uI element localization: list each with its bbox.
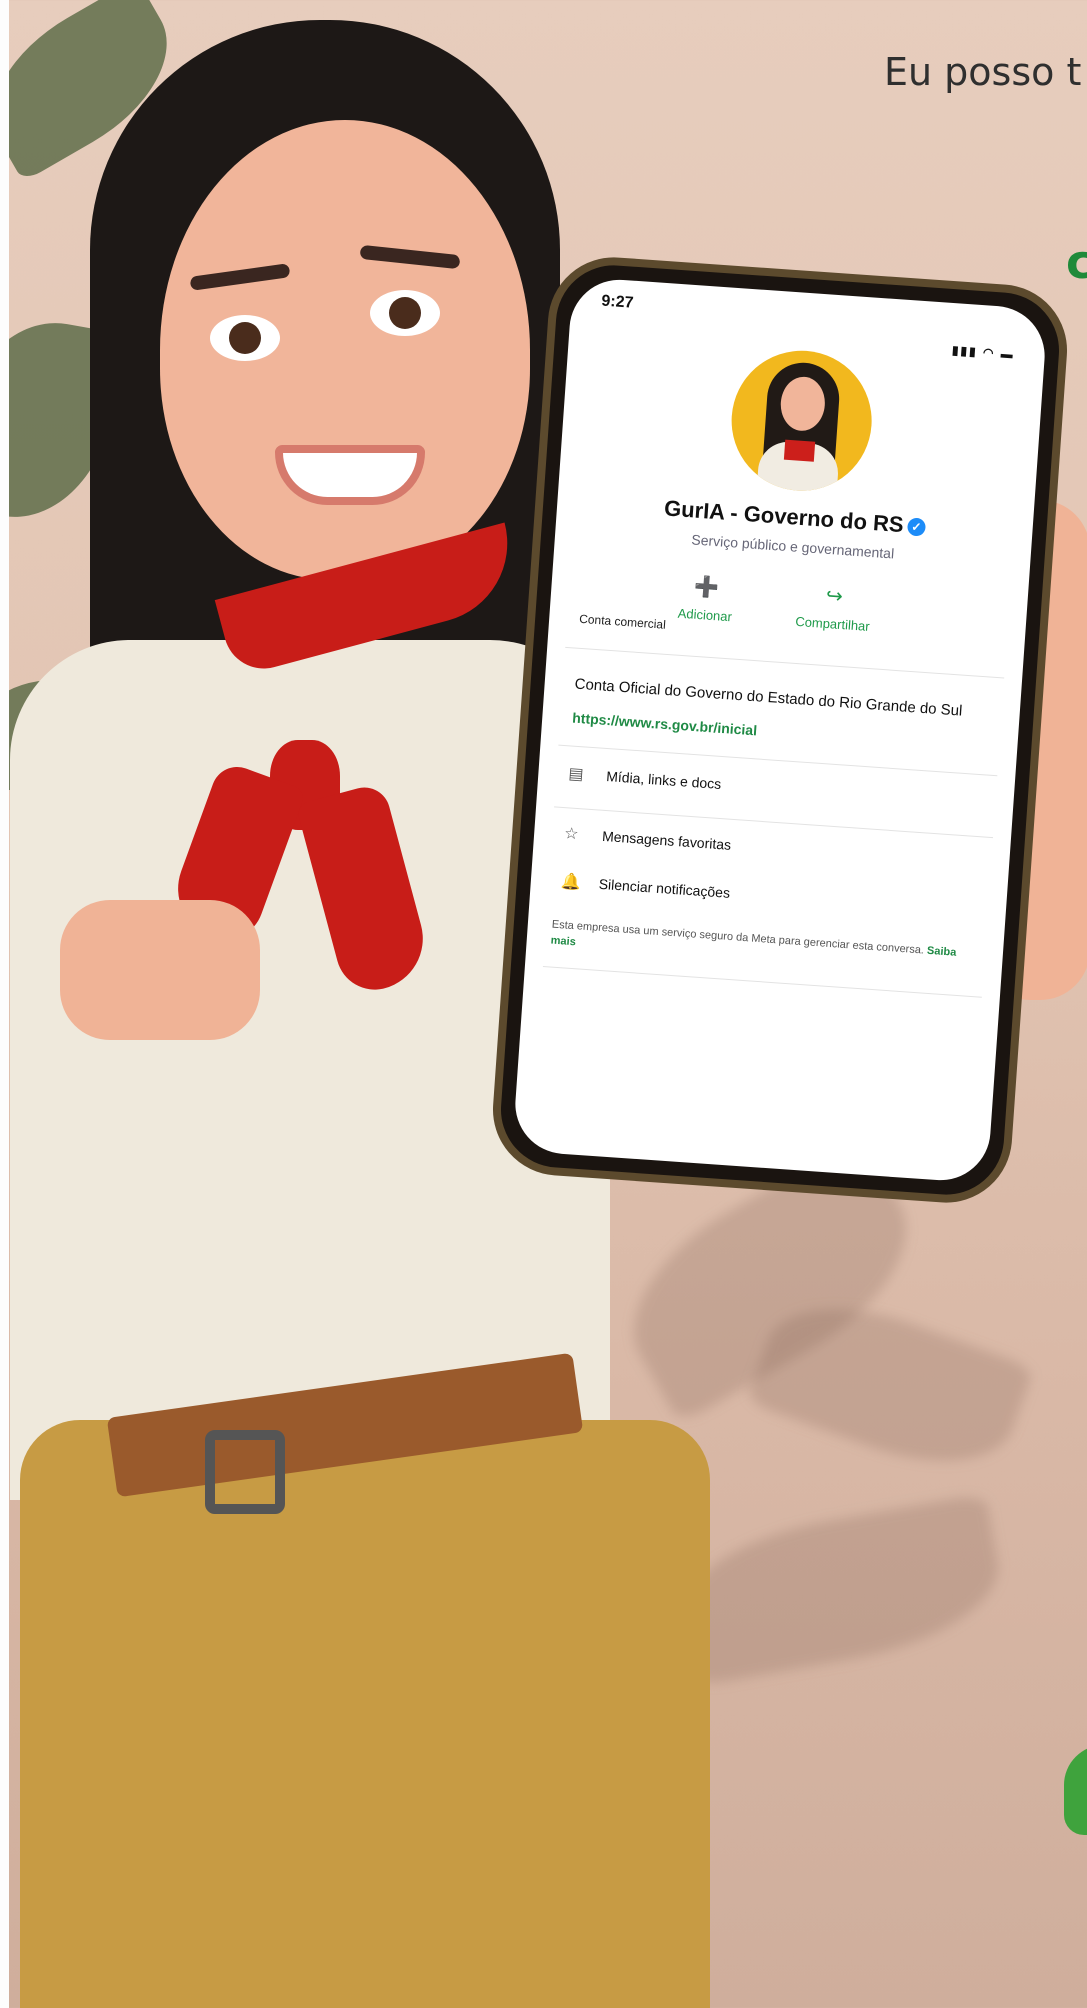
add-contact-label: Adicionar [677, 605, 733, 625]
share-button[interactable]: ↪ Compartilhar [777, 580, 890, 636]
media-links-docs-row[interactable]: ▤ Mídia, links e docs [567, 763, 994, 823]
share-label: Compartilhar [794, 613, 871, 634]
profile-avatar[interactable] [726, 346, 877, 496]
verified-badge-icon: ✓ [906, 517, 927, 537]
bell-icon: 🔔 [560, 873, 582, 892]
star-icon: ☆ [563, 825, 580, 844]
profile-name: GurIA - Governo do RS [663, 495, 905, 538]
phone-screen: 9:27 ▮▮▮ ◠ ▬ GurIA - Governo do RS ✓ Serv… [512, 276, 1048, 1184]
share-icon: ↪ [825, 584, 844, 609]
belt-buckle [205, 1430, 285, 1514]
character-eye [370, 290, 440, 336]
left-edge-strip [0, 0, 9, 2008]
website-link[interactable]: https://www.rs.gov.br/inicial [572, 710, 758, 739]
phone-mockup: 9:27 ▮▮▮ ◠ ▬ GurIA - Governo do RS ✓ Serv… [488, 252, 1072, 1208]
status-time: 9:27 [600, 292, 635, 312]
add-person-icon: ➕ [693, 575, 720, 600]
green-decoration [1064, 1745, 1087, 1835]
menu-label: Mídia, links e docs [605, 768, 722, 793]
character-pants [20, 1420, 710, 2008]
character-eye [210, 315, 280, 361]
add-contact-button[interactable]: ➕ Adicionar [649, 571, 762, 627]
menu-label: Mensagens favoritas [601, 827, 732, 853]
media-icon: ▤ [567, 765, 585, 784]
character-hand [60, 900, 260, 1040]
status-icons: ▮▮▮ ◠ ▬ [951, 343, 1016, 362]
promo-green-text: c [1066, 235, 1087, 289]
promo-headline: Eu posso t [884, 50, 1082, 94]
meta-note-text: Esta empresa usa um serviço seguro da Me… [551, 918, 925, 957]
menu-label: Silenciar notificações [598, 875, 731, 901]
